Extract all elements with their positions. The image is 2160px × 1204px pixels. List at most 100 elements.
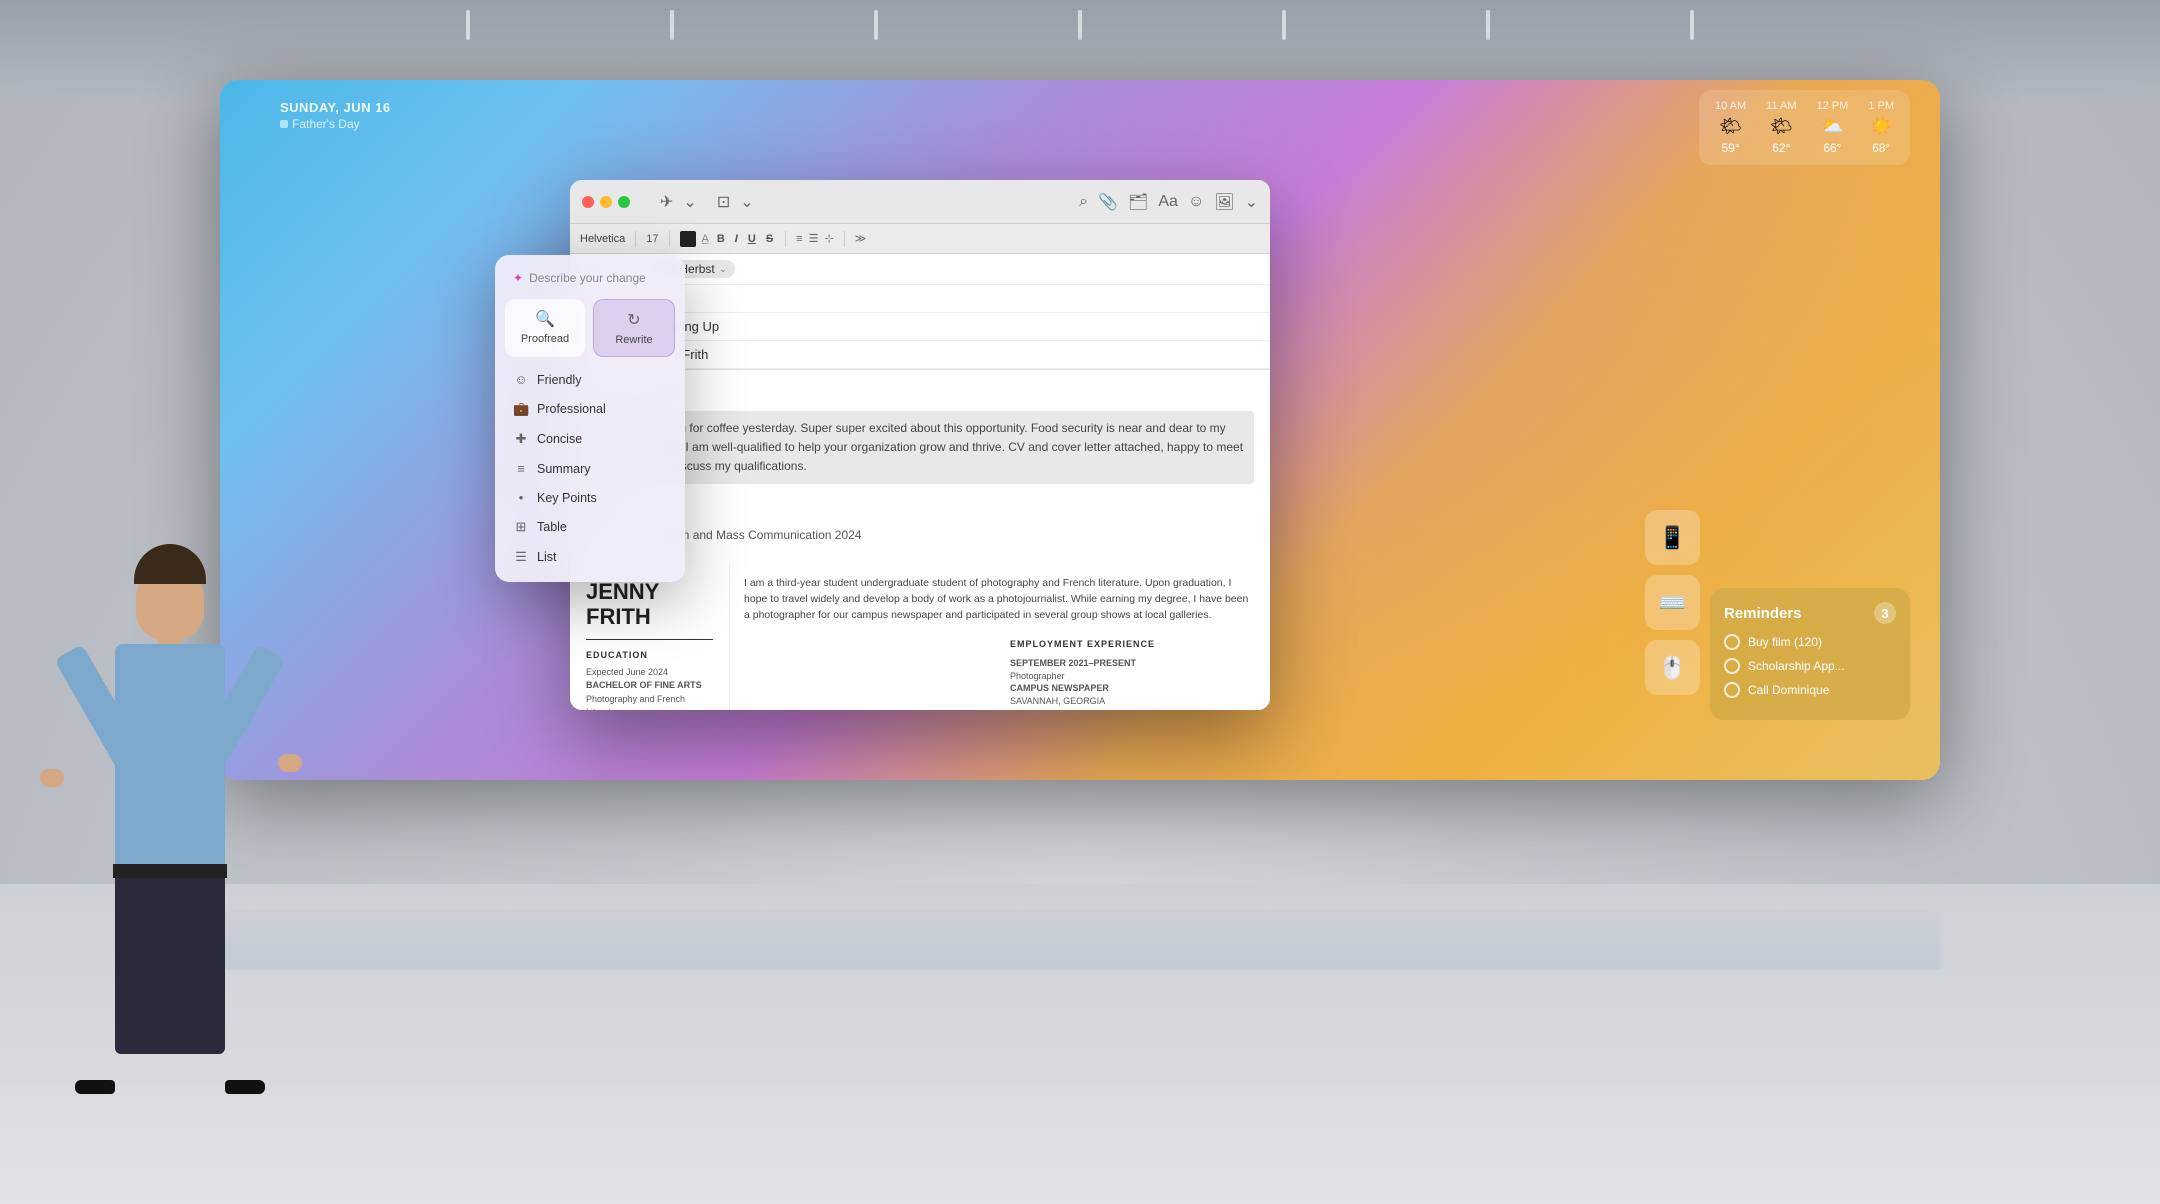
app-icon-1[interactable]: 📱 [1645,510,1700,565]
compose-icon[interactable]: ✈ [660,192,673,212]
weather-col-3: 12 PM ⛅ 66° [1817,100,1849,155]
friendly-icon: ☺ [513,372,529,387]
presenter-left-shoe [75,1080,115,1094]
key-points-icon: • [513,490,529,505]
emp-location: SAVANNAH, GEORGIA [1010,695,1256,708]
presenter-right-hand [278,754,302,772]
calendar-event: Father's Day [280,117,391,131]
table-icon: ⊞ [513,519,529,535]
emoji-icon[interactable]: ☺ [1188,193,1204,211]
list-icon: ☰ [513,549,529,565]
weather-temp-3: 66° [1823,141,1841,155]
calendar-widget: SUNDAY, JUN 16 Father's Day [280,100,391,131]
reminder-checkbox-1[interactable] [1724,634,1740,650]
more-icon[interactable]: ⌄ [1245,192,1258,212]
weather-icon-2: 🌤 [1770,116,1793,137]
reminders-header: Reminders 3 [1724,602,1896,624]
proofread-button[interactable]: 🔍 Proofread [505,299,585,357]
friendly-item[interactable]: ☺ Friendly [505,365,675,394]
resume-emp-col: EMPLOYMENT EXPERIENCE SEPTEMBER 2021–PRE… [1010,638,1256,710]
edu-item-1: Expected June 2024 [586,666,713,680]
strikethrough-button[interactable]: S [764,233,775,245]
proofread-icon: 🔍 [535,309,555,329]
professional-item[interactable]: 💼 Professional [505,394,675,424]
color-swatch[interactable] [680,231,696,247]
rewrite-label: Rewrite [615,334,652,346]
font-icon[interactable]: Aa [1158,193,1178,211]
layout-dropdown-icon[interactable]: ⌄ [740,192,753,212]
format-separator [785,231,786,247]
traffic-lights [582,196,630,208]
key-points-item[interactable]: • Key Points [505,483,675,512]
closing: Thanks [586,490,1254,508]
weather-widget: 10 AM 🌤 59° 11 AM 🌤 62° 12 PM ⛅ 66° 1 PM… [1699,90,1910,165]
presenter-right-shoe [225,1080,265,1094]
weather-time-3: 12 PM [1817,100,1849,112]
resume-left: JENNYFRITH EDUCATION Expected June 2024 … [570,564,730,710]
mail-body-text: Nice to meet you for coffee yesterday. S… [596,421,1243,473]
mail-signature: Thanks Jenny Frith Dept. of Journalism a… [586,484,1254,550]
minimize-button[interactable] [600,196,612,208]
italic-button[interactable]: I [733,233,740,245]
friendly-label: Friendly [537,373,581,387]
reminder-checkbox-2[interactable] [1724,658,1740,674]
folder-icon[interactable]: 🗂 [1128,192,1148,212]
format-separator [844,231,845,247]
indent-button[interactable]: ⊹ [824,232,833,245]
align-button[interactable]: ≡ [796,233,802,245]
list-item[interactable]: ☰ List [505,542,675,572]
concise-item[interactable]: ✚ Concise [505,424,675,454]
resume-right: I am a third-year student undergraduate … [730,564,1270,710]
underline-button[interactable]: U [746,233,758,245]
reminder-item-1: Buy film (120) [1724,634,1896,650]
calendar-date: SUNDAY, JUN 16 [280,100,391,115]
reminder-checkbox-3[interactable] [1724,682,1740,698]
photo-icon[interactable]: 🖼 [1214,192,1234,212]
attachment-icon[interactable]: 📎 [1098,192,1118,212]
more-format-button[interactable]: ≫ [855,232,867,245]
summary-icon: ≡ [513,461,529,476]
ceiling-light [1486,10,1490,40]
table-item[interactable]: ⊞ Table [505,512,675,542]
ceiling-lights [0,0,2160,60]
presenter-body [115,644,225,874]
weather-temp-4: 68° [1872,141,1890,155]
weather-time-2: 11 AM [1766,100,1796,112]
layout-icon[interactable]: ⊡ [717,192,730,212]
bold-button[interactable]: B [715,233,727,245]
professional-icon: 💼 [513,401,529,417]
rewrite-button[interactable]: ↻ Rewrite [593,299,675,357]
sig-dept: Dept. of Journalism and Mass Communicati… [586,526,1254,544]
app-icon-3[interactable]: 🖱️ [1645,640,1700,695]
presenter [30,544,310,1104]
reminder-text-2: Scholarship App... [1748,659,1845,673]
edu-item-3: Photography and French Literature [586,693,713,710]
ceiling-light [1282,10,1286,40]
summary-item[interactable]: ≡ Summary [505,454,675,483]
app-icon-2[interactable]: ⌨️ [1645,575,1700,630]
reminder-text-3: Call Dominique [1748,683,1829,697]
writing-tools-sparkle-icon: ✦ [513,271,523,285]
list-label: List [537,550,556,564]
recipient-dropdown[interactable]: ⌄ [719,264,727,275]
ceiling-light [670,10,674,40]
proofread-label: Proofread [521,333,569,345]
close-button[interactable] [582,196,594,208]
sig-name: Jenny Frith [586,508,1254,526]
compose-dropdown-icon[interactable]: ⌄ [683,192,696,212]
list-button[interactable]: ☰ [809,232,819,245]
maximize-button[interactable] [618,196,630,208]
search-icon[interactable]: ⌕ [1079,193,1088,211]
main-display-screen: SUNDAY, JUN 16 Father's Day 10 AM 🌤 59° … [220,80,1940,780]
ceiling-light [1078,10,1082,40]
ceiling-light [466,10,470,40]
weather-time-4: 1 PM [1868,100,1894,112]
presenter-pants [115,874,225,1054]
weather-time-1: 10 AM [1715,100,1746,112]
resume-bio: I am a third-year student undergraduate … [744,576,1256,623]
mail-greeting: Dear Ms. Herbst, [586,384,1254,403]
weather-col-2: 11 AM 🌤 62° [1766,100,1796,155]
mail-body-highlighted: Nice to meet you for coffee yesterday. S… [586,411,1254,485]
mail-resume-section: JENNYFRITH EDUCATION Expected June 2024 … [570,564,1270,710]
writing-tools-panel: ✦ Describe your change 🔍 Proofread ↻ Rew… [495,255,685,582]
